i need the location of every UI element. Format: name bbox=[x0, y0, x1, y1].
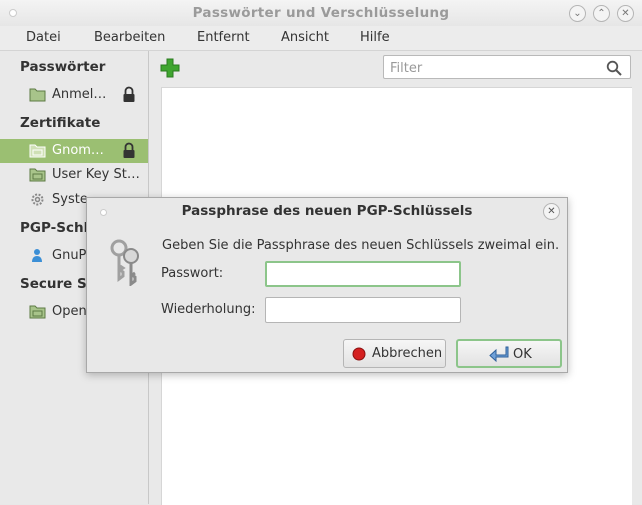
sidebar-item-label: Gnom… bbox=[52, 143, 104, 158]
repeat-label: Wiederholung: bbox=[161, 302, 256, 317]
lock-icon bbox=[123, 142, 135, 158]
password-label: Passwort: bbox=[161, 266, 224, 281]
folder-icon bbox=[29, 144, 46, 158]
cancel-button-label: Abbrechen bbox=[372, 346, 443, 361]
close-icon: ✕ bbox=[547, 206, 556, 217]
maximize-button[interactable]: ⌃ bbox=[593, 5, 610, 22]
menu-bearbeiten[interactable]: Bearbeiten bbox=[94, 30, 165, 45]
repeat-password-field[interactable] bbox=[265, 297, 461, 323]
ok-button[interactable]: OK bbox=[456, 339, 562, 368]
menu-ansicht[interactable]: Ansicht bbox=[281, 30, 329, 45]
dialog-title: Passphrase des neuen PGP-Schlüssels bbox=[181, 203, 473, 219]
ok-button-label: OK bbox=[513, 347, 532, 362]
password-field[interactable] bbox=[265, 261, 461, 287]
folder-icon bbox=[29, 305, 46, 319]
person-icon bbox=[32, 249, 42, 262]
lock-icon bbox=[123, 86, 135, 102]
minimize-button[interactable]: ⌄ bbox=[569, 5, 586, 22]
close-icon: ✕ bbox=[621, 8, 630, 19]
keys-icon bbox=[110, 239, 139, 286]
dialog-close-button[interactable]: ✕ bbox=[543, 203, 560, 220]
add-button[interactable] bbox=[158, 57, 182, 79]
sidebar-group-passwords: Passwörter bbox=[20, 59, 106, 75]
chevron-down-icon: ⌄ bbox=[573, 8, 582, 19]
window-titlebar: Passwörter und Verschlüsselung ⌄ ⌃ ✕ bbox=[0, 0, 642, 26]
dialog-titlebar: Passphrase des neuen PGP-Schlüssels ✕ bbox=[87, 198, 567, 222]
sidebar-item-gnome[interactable]: Gnom… bbox=[0, 139, 148, 163]
gear-icon bbox=[31, 193, 44, 206]
sidebar-item-user-key-storage[interactable]: User Key St… bbox=[0, 163, 148, 187]
folder-icon bbox=[29, 88, 46, 102]
stop-icon bbox=[352, 347, 366, 361]
menu-hilfe[interactable]: Hilfe bbox=[360, 30, 390, 45]
menubar: Datei Bearbeiten Entfernt Ansicht Hilfe bbox=[0, 26, 642, 51]
cancel-button[interactable]: Abbrechen bbox=[343, 339, 446, 368]
filter-box bbox=[383, 55, 631, 79]
plus-icon bbox=[160, 58, 180, 78]
dialog-prompt: Geben Sie die Passphrase des neuen Schlü… bbox=[162, 238, 560, 253]
folder-icon bbox=[29, 168, 46, 182]
sidebar-item-label: Anmel… bbox=[52, 87, 107, 102]
window-title: Passwörter und Verschlüsselung bbox=[192, 5, 450, 21]
enter-arrow-icon bbox=[489, 346, 509, 363]
chevron-up-icon: ⌃ bbox=[597, 8, 606, 19]
sidebar-item-login[interactable]: Anmel… bbox=[0, 83, 148, 107]
sidebar-item-label: User Key St… bbox=[52, 167, 140, 182]
menu-datei[interactable]: Datei bbox=[26, 30, 61, 45]
sidebar-group-certificates: Zertifikate bbox=[20, 115, 101, 131]
menu-entfernt[interactable]: Entfernt bbox=[197, 30, 250, 45]
filter-input[interactable] bbox=[388, 59, 602, 77]
passphrase-dialog: Passphrase des neuen PGP-Schlüssels ✕ Ge… bbox=[86, 197, 568, 373]
close-button[interactable]: ✕ bbox=[617, 5, 634, 22]
search-icon[interactable] bbox=[606, 60, 622, 76]
